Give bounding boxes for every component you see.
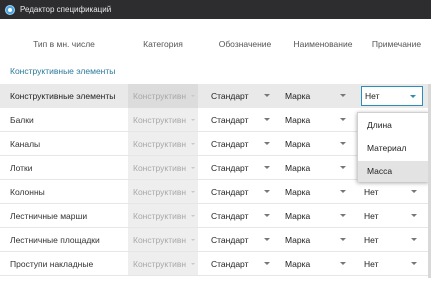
chevron-down-icon <box>264 190 270 193</box>
chevron-down-icon <box>264 262 270 265</box>
note-dropdown[interactable]: Нет <box>361 232 423 248</box>
chevron-down-icon <box>340 190 346 193</box>
table-row[interactable]: Лестничные площадки Конструктивн Стандар… <box>0 228 431 252</box>
chevron-down-icon <box>340 238 346 241</box>
chevron-down-icon <box>264 142 270 145</box>
chevron-down-icon <box>264 94 270 97</box>
name-dropdown[interactable]: Марка <box>282 112 352 128</box>
row-type: Проступи накладные <box>10 259 94 269</box>
chevron-down-icon <box>340 166 346 169</box>
dropdown-option-mass[interactable]: Масса <box>358 161 428 182</box>
name-dropdown[interactable]: Марка <box>282 88 352 104</box>
row-type: Лотки <box>10 163 33 173</box>
row-category: Конструктивн <box>128 108 198 132</box>
chevron-down-icon <box>191 263 195 265</box>
designation-dropdown[interactable]: Стандарт <box>208 88 276 104</box>
chevron-down-icon <box>411 238 417 241</box>
name-dropdown[interactable]: Марка <box>282 256 352 272</box>
designation-dropdown[interactable]: Стандарт <box>208 184 276 200</box>
row-category: Конструктивн <box>128 156 198 180</box>
chevron-down-icon <box>340 142 346 145</box>
column-header-name: Наименование <box>293 39 353 49</box>
designation-dropdown[interactable]: Стандарт <box>208 208 276 224</box>
chevron-down-icon <box>340 262 346 265</box>
note-dropdown[interactable]: Нет <box>361 86 423 106</box>
name-dropdown[interactable]: Марка <box>282 184 352 200</box>
chevron-down-icon <box>264 238 270 241</box>
table-header: Тип в мн. числе Категория Обозначение На… <box>0 33 431 55</box>
note-dropdown[interactable]: Нет <box>361 256 423 272</box>
column-header-note: Примечание <box>371 39 422 49</box>
column-header-type: Тип в мн. числе <box>33 39 95 49</box>
designation-dropdown[interactable]: Стандарт <box>208 160 276 176</box>
designation-dropdown[interactable]: Стандарт <box>208 232 276 248</box>
name-dropdown[interactable]: Марка <box>282 136 352 152</box>
row-category: Конструктивн <box>128 180 198 204</box>
chevron-down-icon <box>264 166 270 169</box>
chevron-down-icon <box>340 94 346 97</box>
chevron-down-icon <box>191 95 195 97</box>
chevron-down-icon <box>340 118 346 121</box>
row-category: Конструктивн <box>128 84 198 108</box>
dropdown-option-material[interactable]: Материал <box>358 138 428 159</box>
row-category: Конструктивн <box>128 228 198 252</box>
dropdown-option-length[interactable]: Длина <box>358 115 428 136</box>
chevron-down-icon <box>191 143 195 145</box>
table-row[interactable]: Колонны Конструктивн Стандарт Марка Нет <box>0 180 431 204</box>
app-icon <box>5 4 15 15</box>
chevron-down-icon <box>411 262 417 265</box>
chevron-down-icon <box>411 214 417 217</box>
note-dropdown[interactable]: Нет <box>361 184 423 200</box>
designation-dropdown[interactable]: Стандарт <box>208 136 276 152</box>
table-row[interactable]: Лестничные марши Конструктивн Стандарт М… <box>0 204 431 228</box>
chevron-down-icon <box>340 214 346 217</box>
chevron-down-icon <box>410 95 416 98</box>
designation-dropdown[interactable]: Стандарт <box>208 256 276 272</box>
row-type: Конструктивные элементы <box>10 91 116 101</box>
chevron-down-icon <box>191 119 195 121</box>
chevron-down-icon <box>191 215 195 217</box>
row-divider <box>0 275 431 276</box>
row-type: Балки <box>10 115 34 125</box>
designation-dropdown[interactable]: Стандарт <box>208 112 276 128</box>
row-type: Лестничные марши <box>10 211 88 221</box>
chevron-down-icon <box>191 239 195 241</box>
name-dropdown[interactable]: Марка <box>282 232 352 248</box>
row-category: Конструктивн <box>128 252 198 276</box>
chevron-down-icon <box>191 191 195 193</box>
title-bar: Редактор спецификаций <box>0 0 431 19</box>
row-category: Конструктивн <box>128 204 198 228</box>
note-dropdown-popup: Длина Материал Масса <box>357 112 429 182</box>
chevron-down-icon <box>264 118 270 121</box>
note-dropdown[interactable]: Нет <box>361 208 423 224</box>
row-category: Конструктивн <box>128 132 198 156</box>
window-title: Редактор спецификаций <box>20 5 112 14</box>
table-row[interactable]: Конструктивные элементы Конструктивн Ста… <box>0 84 431 108</box>
row-type: Каналы <box>10 139 41 149</box>
table-row[interactable]: Проступи накладные Конструктивн Стандарт… <box>0 252 431 276</box>
row-type: Колонны <box>10 187 45 197</box>
column-header-designation: Обозначение <box>218 39 272 49</box>
chevron-down-icon <box>264 214 270 217</box>
column-header-category: Категория <box>143 39 183 49</box>
name-dropdown[interactable]: Марка <box>282 208 352 224</box>
chevron-down-icon <box>411 190 417 193</box>
group-title: Конструктивные элементы <box>10 66 116 76</box>
chevron-down-icon <box>191 167 195 169</box>
row-type: Лестничные площадки <box>10 235 100 245</box>
name-dropdown[interactable]: Марка <box>282 160 352 176</box>
